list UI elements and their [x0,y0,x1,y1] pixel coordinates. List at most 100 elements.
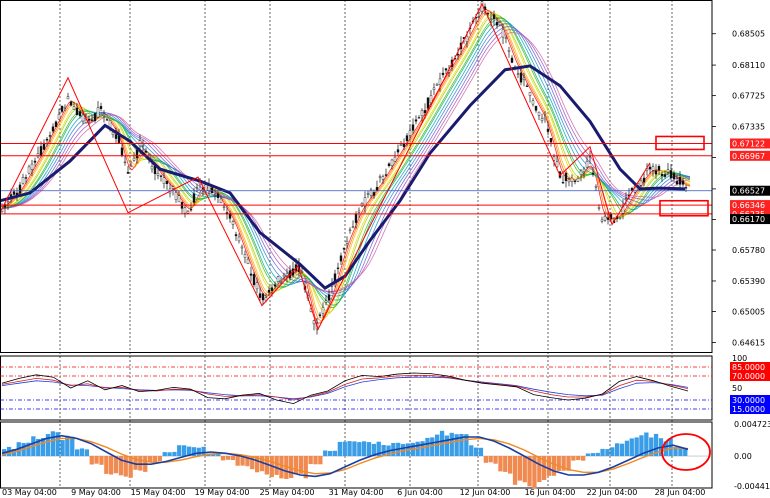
macd-histogram-bar [75,449,80,457]
macd-histogram-bar [318,456,323,465]
candle-body [354,213,358,223]
candle-body [585,161,589,168]
candle-body [183,207,187,214]
candle-body [261,293,265,301]
candle-body [492,14,496,19]
x-tick-label: 6 Jun 04:00 [397,488,443,497]
candle-body [135,149,139,159]
macd-histogram-bar [478,447,484,456]
x-tick-label: 15 May 04:00 [131,488,186,497]
candle-body [561,182,565,184]
candle-body [177,195,181,203]
macd-histogram-bar [615,443,620,457]
macd-histogram-bar [225,456,231,460]
candle-body [660,173,664,176]
candle-body [600,219,604,222]
candle-body [351,226,355,228]
candle-body [456,54,460,56]
candle-body [126,171,130,174]
candle-body [312,320,316,325]
macd-histogram-bar [279,456,284,479]
macd-histogram-bar [104,456,109,474]
candle-body [543,116,547,120]
macd-histogram-bar [537,456,542,482]
macd-histogram-bar [196,447,201,457]
candle-body [528,92,532,96]
zigzag-line [0,2,651,331]
axis-labels: 0.685050.681100.677250.673350.669450.665… [2,30,770,497]
candle-body [525,85,529,87]
candle-body [519,72,523,83]
candle-body [465,36,469,42]
candle-body [678,176,682,185]
x-tick-label: 22 Jun 04:00 [587,488,638,497]
candle-body [408,130,412,136]
candle-body [411,124,415,131]
candle-body [204,184,208,191]
candle-body [537,111,541,116]
candle-body [318,314,322,316]
candle-body [573,180,577,182]
macd-histogram-bar [503,456,508,472]
candle-body [114,134,118,139]
macd-histogram-bar [347,441,352,457]
candle-body [66,96,70,100]
y-tick-label: 0.64615 [732,338,765,347]
candle-body [531,100,535,105]
price-tag-label: 0.66967 [732,152,765,161]
candle-body [594,185,598,188]
candle-body [684,187,688,189]
candle-body [78,111,82,117]
candle-body [129,165,133,167]
rsi-tick-label: 100 [732,354,747,363]
candle-body [162,177,166,184]
candle-body [516,73,520,75]
macd-histogram-bar [430,437,435,457]
macd-histogram-bar [546,456,552,476]
candle-body [213,194,217,197]
y-tick-label: 0.65780 [732,246,765,255]
candle-body [546,128,550,132]
candle-body [36,153,40,158]
candle-body [588,156,592,158]
candle-body [72,106,76,110]
macd-histogram-bar [634,437,639,456]
macd-tick-label: -0.004415 [734,482,770,491]
candle-body [663,174,667,177]
candle-body [336,267,340,269]
macd-histogram-bar [182,445,187,456]
macd-histogram-bar [172,451,177,457]
candle-body [534,105,538,111]
macd-histogram-bar [50,431,55,457]
price-tag-label: 0.66170 [732,215,765,224]
macd-histogram-bar [220,456,226,461]
macd-histogram-bar [109,456,114,475]
candle-body [366,193,370,195]
candle-body [90,119,94,121]
candle-body [396,149,400,153]
candle-body [222,206,226,208]
candle-body [237,236,241,242]
candle-body [186,211,190,214]
candle-body [417,117,421,119]
candle-body [63,106,67,109]
macd-histogram-bar [152,456,158,462]
macd-histogram-bar [274,456,279,475]
candle-body [156,172,160,176]
candle-body [402,143,406,147]
candle-body [375,187,379,191]
candle-body [672,173,676,179]
macd-histogram-bar [619,443,625,457]
y-tick-label: 0.67725 [732,92,765,101]
macd-histogram-bar [79,448,85,457]
macd-histogram-bar [498,456,503,472]
macd-histogram-bar [60,440,65,456]
candle-body [579,170,583,175]
grid [59,0,673,486]
candle-body [414,119,418,122]
x-tick-label: 3 May 04:00 [7,488,57,497]
macd-histogram-bar [381,445,386,457]
candle-body [234,234,238,237]
candle-body [171,186,175,189]
highlight-box-upper [655,135,705,151]
